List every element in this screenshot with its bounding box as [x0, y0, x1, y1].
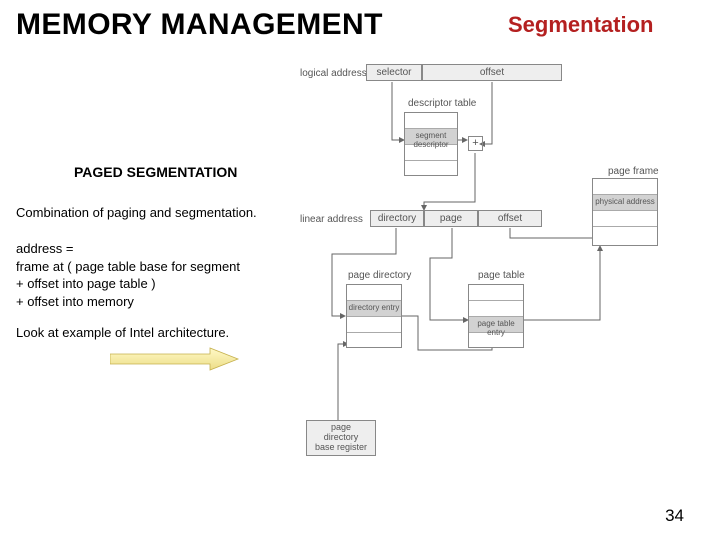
box-directory-entry: directory entry: [347, 301, 401, 317]
heading-underline: [74, 180, 260, 182]
table-page-table: page table entry: [468, 284, 524, 348]
label-logical-address: logical address: [300, 68, 367, 79]
table-page-directory: directory entry: [346, 284, 402, 348]
label-page-frame: page frame: [608, 166, 659, 177]
box-page-directory-base-register: page directory base register: [306, 420, 376, 456]
section-desc: Combination of paging and segmentation.: [16, 204, 257, 222]
address-formula: address = frame at ( page table base for…: [16, 240, 306, 310]
label-descriptor-table: descriptor table: [408, 98, 476, 109]
table-page-frame: physical address: [592, 178, 658, 246]
label-linear-address: linear address: [300, 214, 363, 225]
addr-line-2: frame at ( page table base for segment: [16, 258, 306, 276]
big-arrow-icon: [110, 346, 240, 377]
box-directory: directory: [370, 210, 424, 227]
label-page-table: page table: [478, 270, 525, 281]
box-page-table-entry: page table entry: [469, 317, 523, 333]
page-subtitle: Segmentation: [508, 12, 653, 38]
plus-icon: +: [468, 136, 483, 151]
example-note: Look at example of Intel architecture.: [16, 324, 229, 342]
box-selector: selector: [366, 64, 422, 81]
box-offset-top: offset: [422, 64, 562, 81]
segmentation-diagram: logical address selector offset descript…: [300, 58, 708, 488]
box-physical-address: physical address: [593, 195, 657, 211]
box-segment-descriptor: segment descriptor: [405, 129, 457, 145]
box-offset-mid: offset: [478, 210, 542, 227]
label-page-directory: page directory: [348, 270, 411, 281]
box-page: page: [424, 210, 478, 227]
page-number: 34: [665, 506, 684, 526]
addr-line-4: + offset into memory: [16, 293, 306, 311]
addr-line-3: + offset into page table ): [16, 275, 306, 293]
addr-line-1: address =: [16, 240, 306, 258]
page-title: MEMORY MANAGEMENT: [16, 8, 383, 42]
section-heading: PAGED SEGMENTATION: [74, 164, 237, 180]
table-descriptor: segment descriptor: [404, 112, 458, 176]
